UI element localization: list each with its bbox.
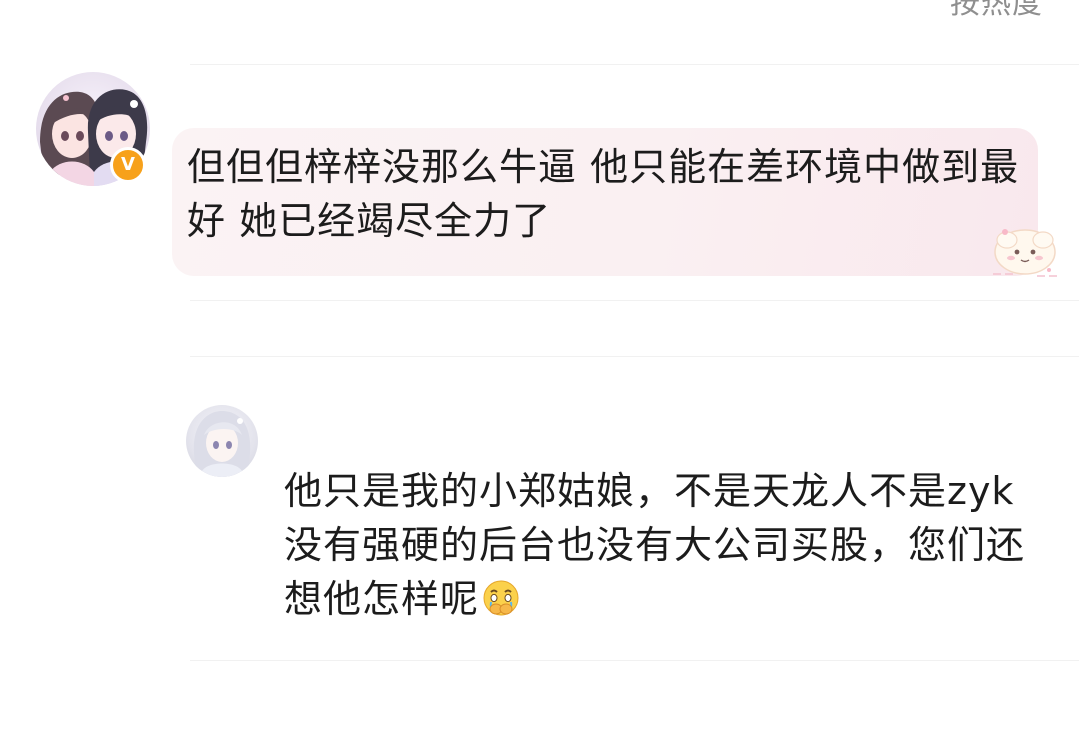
cute-sticker-icon bbox=[993, 229, 1057, 277]
divider bbox=[190, 660, 1079, 661]
comment-text: 但但但梓梓没那么牛逼 他只能在差环境中做到最好 她已经竭尽全力了 bbox=[187, 145, 1020, 243]
reply-text: 他只是我的小郑姑娘，不是天龙人不是zyk没有强硬的后台也没有大公司买股，您们还想… bbox=[284, 464, 1044, 626]
divider bbox=[190, 64, 1079, 65]
reply-text-content: 他只是我的小郑姑娘，不是天龙人不是zyk没有强硬的后台也没有大公司买股，您们还想… bbox=[284, 469, 1026, 621]
divider bbox=[190, 356, 1079, 357]
sort-by-heat-label[interactable]: 按热度 bbox=[950, 0, 1043, 22]
crying-hands-over-mouth-emoji-icon bbox=[483, 580, 519, 616]
anime-girl-avatar-icon bbox=[193, 411, 251, 477]
verified-badge: V bbox=[110, 147, 146, 183]
divider bbox=[190, 300, 1079, 301]
reply-avatar[interactable] bbox=[186, 405, 258, 477]
